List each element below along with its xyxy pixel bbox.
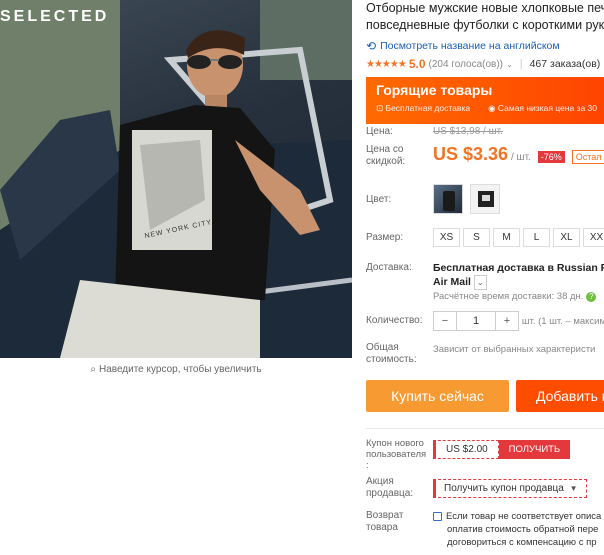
total-row: Общая стоимость: Зависит от выбранных ха… — [366, 342, 604, 366]
discount-badge: -76% — [537, 151, 565, 163]
returns-label-line-1: Возврат — [366, 510, 404, 521]
quantity-minus-button[interactable]: − — [434, 315, 456, 327]
translate-icon: ⟲ — [366, 39, 377, 53]
discount-price-row: Цена со скидкой: US $3.36 / шт. -76% Ост… — [366, 144, 604, 174]
caret-down-icon: ▼ — [569, 484, 578, 493]
seller-coupon-label: Получить купон продавца — [444, 483, 564, 494]
size-option-xl[interactable]: XL — [553, 228, 580, 247]
new-user-coupon-row: Купон нового пользователя : US $2.00 ПОЛ… — [366, 438, 604, 471]
returns-info: Если товар не соответствует описа оплати… — [433, 510, 601, 549]
search-icon: ⌕ — [90, 364, 96, 375]
zoom-hint-text: Наведите курсор, чтобы увеличить — [98, 364, 262, 375]
returns-line-2: оплатив стоимость обратной пере — [447, 524, 599, 535]
shipping-row: Доставка: Бесплатная доставка в Russian … — [366, 262, 604, 302]
banner-lowest-price: Самая низкая цена за 30 — [497, 103, 598, 113]
discount-price-label-line-2: скидкой: — [366, 156, 406, 167]
total-label-line-1: Общая — [366, 342, 399, 353]
product-title: Отборные мужские новые хлопковые печа по… — [366, 0, 604, 34]
translate-link-text: Посмотреть название на английском — [380, 40, 560, 52]
divider — [366, 428, 604, 429]
brand-logo: SELECTED — [0, 8, 110, 25]
returns-label: Возврат товара — [366, 510, 404, 534]
chevron-down-icon[interactable]: ⌄ — [506, 60, 513, 69]
product-main-image[interactable]: SELECTED NEW YORK CITY — [0, 0, 352, 358]
color-row: Цвет: — [366, 184, 604, 216]
quantity-input[interactable]: 1 — [456, 312, 496, 330]
total-label-line-2: стоимость: — [366, 354, 417, 365]
total-value: Зависит от выбранных характеристи — [433, 344, 596, 355]
total-label: Общая стоимость: — [366, 342, 417, 366]
hot-deals-banner[interactable]: Горящие товары ⊡ Бесплатная доставка ◉ С… — [366, 77, 604, 124]
color-label: Цвет: — [366, 194, 392, 205]
delivery-time: Расчётное время доставки: 38 дн. — [433, 291, 584, 302]
quantity-stepper: − 1 + — [433, 311, 519, 331]
new-user-coupon-label: Купон нового пользователя : — [366, 438, 426, 471]
rating-row: ★★★★★ 5.0 (204 голоса(ов)) ⌄ | 467 заказ… — [366, 57, 604, 71]
size-option-l[interactable]: L — [523, 228, 550, 247]
banner-free-shipping: Бесплатная доставка — [385, 103, 471, 113]
seller-coupon-block: Получить купон продавца ▼ — [433, 479, 587, 498]
product-title-line-2: повседневные футболки с короткими рука — [366, 18, 604, 32]
seller-promo-label-line-1: Акция — [366, 476, 394, 487]
free-shipping-icon: ⊡ — [376, 103, 384, 113]
help-icon[interactable]: ? — [586, 292, 597, 302]
coupon-label-line-2: пользователя — [366, 449, 427, 460]
product-photo-illustration — [0, 0, 352, 358]
returns-line-3: договориться с компенсацию с пр — [447, 537, 597, 548]
price-unit: / шт. — [510, 152, 531, 163]
seller-promo-label: Акция продавца: — [366, 476, 413, 500]
shipping-method-line-2: Air Mail — [433, 276, 471, 288]
coupon-value: US $2.00 — [433, 440, 499, 459]
add-to-cart-button[interactable]: Добавить в — [516, 380, 604, 412]
translate-title-link[interactable]: ⟲ Посмотреть название на английском — [366, 39, 604, 53]
size-option-xxl[interactable]: XX — [583, 228, 604, 247]
color-swatch-white[interactable] — [469, 184, 500, 214]
discount-price-label: Цена со скидкой: — [366, 144, 405, 168]
reviews-link[interactable]: (204 голоса(ов)) — [429, 59, 504, 70]
orders-count: 467 заказа(ов) — [529, 58, 601, 70]
coupon-block: US $2.00 ПОЛУЧИТЬ — [433, 440, 571, 459]
get-coupon-button[interactable]: ПОЛУЧИТЬ — [498, 440, 571, 459]
shipping-info: Бесплатная доставка в Russian Fede Air M… — [433, 262, 604, 303]
size-label: Размер: — [366, 232, 404, 243]
zoom-hint: ⌕ Наведите курсор, чтобы увеличить — [0, 364, 352, 375]
rating-score: 5.0 — [408, 57, 426, 71]
new-price: US $3.36 — [433, 144, 509, 164]
price-label: Цена: — [366, 126, 393, 137]
color-options — [433, 184, 504, 214]
seller-promo-row: Акция продавца: Получить купон продавца … — [366, 476, 604, 502]
coupon-label-line-3: : — [366, 460, 369, 471]
size-options: XS S M L XL XX — [433, 228, 604, 247]
returns-label-line-2: товара — [366, 522, 398, 533]
return-policy-icon — [433, 511, 442, 521]
returns-line-1: Если товар не соответствует описа — [446, 511, 602, 522]
size-option-s[interactable]: S — [463, 228, 490, 247]
returns-row: Возврат товара Если товар не соответству… — [366, 510, 604, 555]
rating-stars-icon: ★★★★★ — [366, 58, 407, 70]
quantity-label: Количество: — [366, 315, 423, 326]
banner-subtitle: ⊡ Бесплатная доставка ◉ Самая низкая цен… — [376, 103, 598, 114]
seller-promo-label-line-2: продавца: — [366, 488, 414, 499]
chevron-down-icon[interactable]: ⌄ — [473, 275, 487, 290]
shipping-method: Бесплатная доставка в Russian Fede — [433, 262, 604, 274]
buy-now-button[interactable]: Купить сейчас — [366, 380, 509, 412]
discount-price-block: US $3.36 / шт. -76% Остал — [433, 144, 604, 165]
discount-price-label-line-1: Цена со — [366, 144, 404, 155]
quantity-control: − 1 + шт. (1 шт. – максим — [433, 311, 604, 331]
product-title-line-1: Отборные мужские новые хлопковые печа — [366, 1, 604, 15]
shipping-label: Доставка: — [366, 262, 412, 273]
color-swatch-navy[interactable] — [433, 184, 463, 214]
size-option-m[interactable]: M — [493, 228, 520, 247]
get-seller-coupon-button[interactable]: Получить купон продавца ▼ — [433, 479, 587, 498]
stock-left-badge: Остал — [571, 150, 604, 164]
product-info-panel: Отборные мужские новые хлопковые печа по… — [366, 0, 604, 555]
banner-title: Горящие товары — [376, 82, 493, 98]
coupon-label-line-1: Купон нового — [366, 438, 424, 449]
size-option-xs[interactable]: XS — [433, 228, 460, 247]
divider: | — [519, 58, 523, 70]
quantity-plus-button[interactable]: + — [496, 315, 518, 327]
old-price: US $13,98 / шт. — [433, 126, 503, 137]
quantity-info: шт. (1 шт. – максим — [521, 316, 604, 327]
lowest-price-icon: ◉ — [488, 103, 496, 113]
